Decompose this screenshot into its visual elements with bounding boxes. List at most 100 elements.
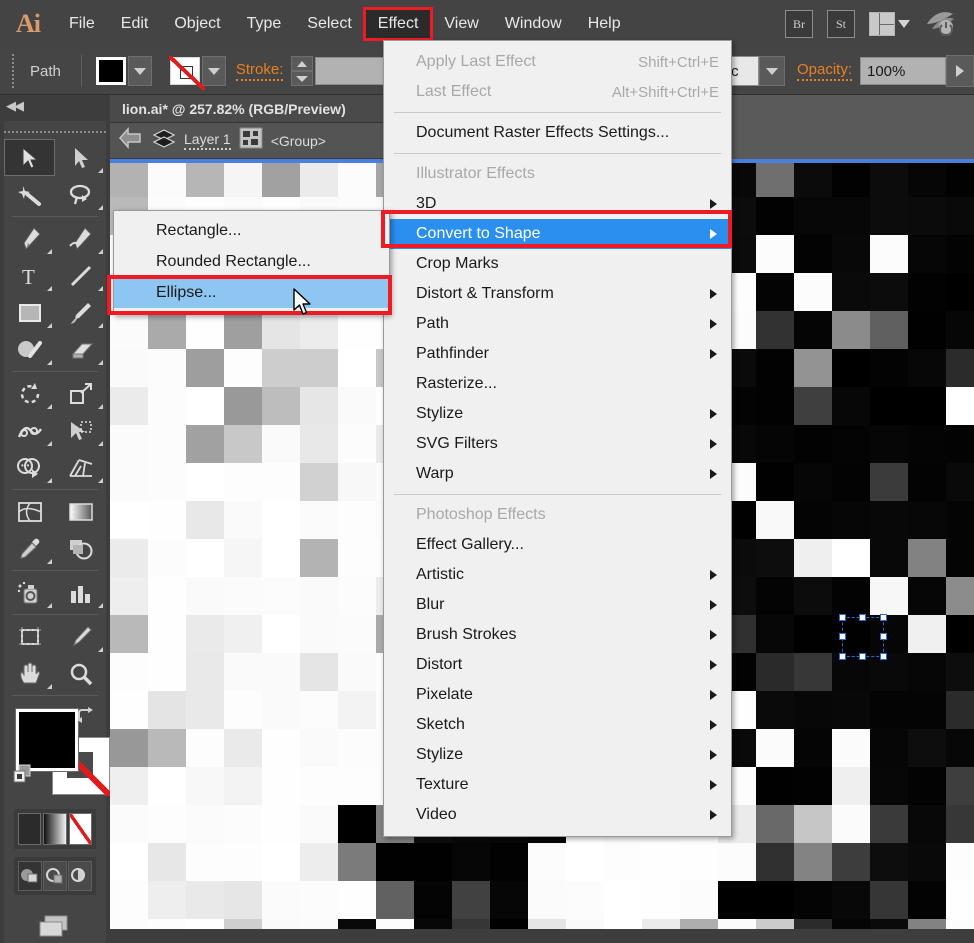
blend-tool[interactable] (55, 530, 106, 567)
workspace-switcher[interactable] (869, 12, 910, 36)
breadcrumb-layer-name[interactable]: Layer 1 (184, 131, 231, 150)
menu-file[interactable]: File (56, 9, 108, 39)
document-tab[interactable]: lion.ai* @ 257.82% (RGB/Preview) (110, 95, 384, 123)
menu-warp[interactable]: Warp (384, 459, 731, 489)
draw-behind-mode[interactable] (43, 861, 67, 891)
menu-help[interactable]: Help (575, 9, 634, 39)
menu-brush-strokes[interactable]: Brush Strokes (384, 620, 731, 650)
menu-sketch[interactable]: Sketch (384, 710, 731, 740)
menu-effect[interactable]: Effect (362, 7, 434, 41)
cc-libraries-icon[interactable] (924, 8, 958, 41)
menu-rasterize[interactable]: Rasterize... (384, 369, 731, 399)
stroke-color-swatch[interactable] (168, 56, 205, 90)
opacity-flyout-icon[interactable] (946, 55, 974, 87)
menu-pixelate[interactable]: Pixelate (384, 680, 731, 710)
menu-pathfinder[interactable]: Pathfinder (384, 339, 731, 369)
symbol-sprayer-tool[interactable] (4, 574, 55, 611)
menu-stylize-photoshop[interactable]: Stylize (384, 740, 731, 770)
stepper-down-icon[interactable] (291, 71, 314, 86)
stock-icon[interactable]: St (827, 10, 855, 38)
selection-anchor[interactable] (880, 653, 887, 660)
menu-type[interactable]: Type (234, 9, 295, 39)
opacity-label[interactable]: Opacity: (796, 61, 852, 81)
slice-tool[interactable] (55, 618, 106, 655)
brush-definition-dropdown-icon[interactable] (758, 56, 785, 86)
menu-crop-marks[interactable]: Crop Marks (384, 249, 731, 279)
shape-builder-tool[interactable]: ••• (4, 449, 55, 486)
curvature-tool[interactable] (55, 220, 106, 257)
control-bar-grip[interactable] (6, 54, 20, 88)
selection-anchor[interactable] (880, 633, 887, 640)
default-fill-stroke-icon[interactable] (12, 763, 34, 785)
submenu-rounded-rectangle[interactable]: Rounded Rectangle... (114, 246, 389, 277)
menu-object[interactable]: Object (161, 9, 233, 39)
menu-stylize-illustrator[interactable]: Stylize (384, 399, 731, 429)
shaper-tool[interactable] (4, 331, 55, 368)
hand-tool[interactable] (4, 655, 55, 692)
tools-panel-collapse-button[interactable]: ◀◀ (0, 95, 110, 117)
group-icon[interactable] (239, 127, 263, 154)
zoom-tool[interactable] (55, 655, 106, 692)
menu-artistic[interactable]: Artistic (384, 560, 731, 590)
draw-inside-mode[interactable] (68, 861, 92, 891)
menu-convert-to-shape[interactable]: Convert to Shape (384, 219, 731, 249)
menu-apply-last-effect[interactable]: Apply Last Effect Shift+Ctrl+E (384, 47, 731, 77)
menu-distort-and-transform[interactable]: Distort & Transform (384, 279, 731, 309)
none-fill-mode[interactable] (68, 813, 92, 845)
eraser-tool[interactable] (55, 331, 106, 368)
stroke-swatch-dropdown[interactable] (201, 56, 226, 86)
rectangle-tool[interactable] (4, 294, 55, 331)
perspective-grid-tool[interactable] (55, 449, 106, 486)
menu-edit[interactable]: Edit (108, 9, 162, 39)
menu-select[interactable]: Select (294, 9, 364, 39)
width-tool[interactable] (4, 412, 55, 449)
lasso-tool[interactable] (55, 176, 106, 213)
swap-fill-stroke-icon[interactable] (74, 705, 96, 725)
menu-blur[interactable]: Blur (384, 590, 731, 620)
submenu-rectangle[interactable]: Rectangle... (114, 215, 389, 246)
back-arrow-icon[interactable] (118, 127, 144, 154)
selection-anchor[interactable] (880, 614, 887, 621)
selection-bounding-box[interactable] (839, 614, 887, 660)
color-fill-mode[interactable] (18, 813, 42, 845)
menu-window[interactable]: Window (492, 9, 575, 39)
gradient-fill-mode[interactable] (43, 813, 67, 845)
menu-path[interactable]: Path (384, 309, 731, 339)
menu-3d[interactable]: 3D (384, 189, 731, 219)
magic-wand-tool[interactable] (4, 176, 55, 213)
menu-svg-filters[interactable]: SVG Filters (384, 429, 731, 459)
line-segment-tool[interactable] (55, 257, 106, 294)
menu-texture[interactable]: Texture (384, 770, 731, 800)
stroke-weight-label[interactable]: Stroke: (235, 61, 284, 81)
mesh-tool[interactable] (4, 493, 55, 530)
selection-anchor[interactable] (859, 653, 866, 660)
type-tool[interactable]: T (4, 257, 55, 294)
breadcrumb-group-name[interactable]: <Group> (271, 133, 326, 149)
menu-video[interactable]: Video (384, 800, 731, 830)
column-graph-tool[interactable] (55, 574, 106, 611)
convert-to-shape-submenu[interactable]: Rectangle... Rounded Rectangle... Ellips… (113, 210, 390, 315)
artboard-tool[interactable] (4, 618, 55, 655)
menu-last-effect[interactable]: Last Effect Alt+Shift+Ctrl+E (384, 77, 731, 107)
menu-distort[interactable]: Distort (384, 650, 731, 680)
rotate-tool[interactable] (4, 375, 55, 412)
selection-tool[interactable] (4, 139, 55, 176)
paintbrush-tool[interactable] (55, 294, 106, 331)
selection-anchor[interactable] (839, 633, 846, 640)
bridge-icon[interactable]: Br (785, 10, 813, 38)
pen-tool[interactable] (4, 220, 55, 257)
stroke-weight-stepper[interactable] (291, 56, 314, 86)
change-screen-mode-button[interactable] (4, 911, 106, 943)
selection-anchor[interactable] (839, 653, 846, 660)
selection-anchor[interactable] (859, 614, 866, 621)
menu-effect-gallery[interactable]: Effect Gallery... (384, 530, 731, 560)
opacity-input[interactable]: 100% (860, 57, 946, 85)
fill-color-swatch[interactable] (95, 57, 126, 85)
fill-color-control[interactable] (16, 709, 78, 771)
free-transform-tool[interactable] (55, 412, 106, 449)
effect-dropdown-menu[interactable]: Apply Last Effect Shift+Ctrl+E Last Effe… (383, 40, 732, 837)
menu-view[interactable]: View (431, 9, 491, 39)
stepper-up-icon[interactable] (291, 56, 314, 71)
fill-swatch-dropdown[interactable] (127, 56, 152, 86)
layers-icon[interactable] (152, 128, 176, 153)
